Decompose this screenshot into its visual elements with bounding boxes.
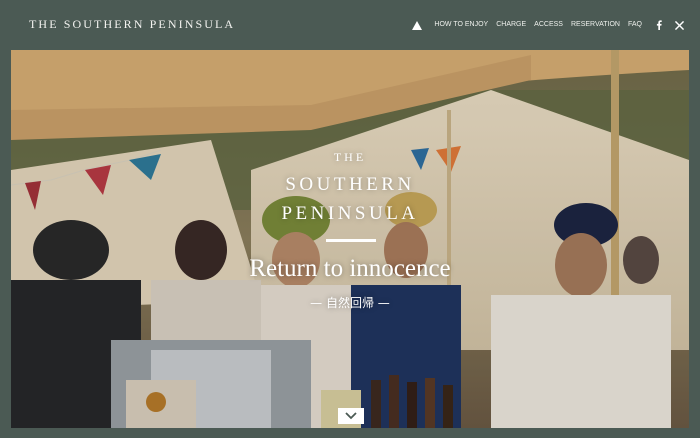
scroll-down-button[interactable] [338,408,364,424]
nav-access[interactable]: ACCESS [530,17,567,33]
x-icon[interactable] [672,17,686,33]
nav-how-to-enjoy[interactable]: HOW TO ENJOY [430,17,492,33]
main-nav: HOW TO ENJOY CHARGE ACCESS RESERVATION F… [409,17,686,33]
nav-charge[interactable]: CHARGE [492,17,530,33]
chevron-down-icon [345,407,357,425]
site-header: THE SOUTHERN PENINSULA HOW TO ENJOY CHAR… [0,0,700,50]
home-icon[interactable] [409,17,425,33]
site-brand[interactable]: THE SOUTHERN PENINSULA [29,17,235,31]
hero-photo: THE SOUTHERN PENINSULA Return to innocen… [11,50,689,428]
nav-reservation[interactable]: RESERVATION [567,17,624,33]
nav-faq[interactable]: FAQ [624,17,646,33]
festival-scene-image [11,50,689,428]
facebook-icon[interactable] [652,17,666,33]
